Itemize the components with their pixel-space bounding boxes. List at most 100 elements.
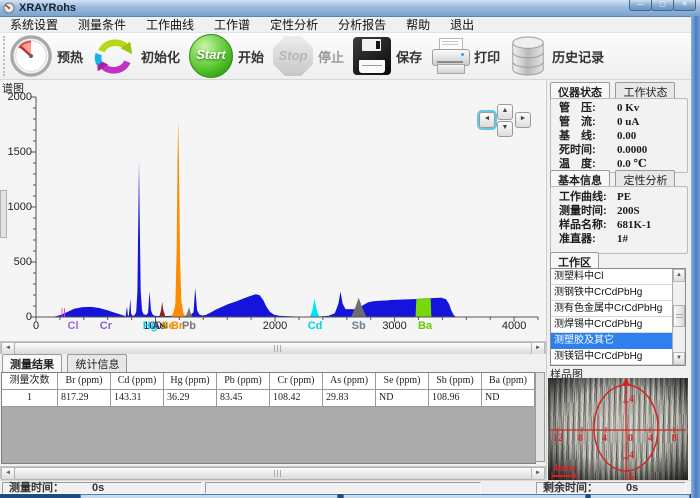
sample-v-tick: 4 (629, 450, 634, 461)
table-cell: 36.29 (164, 390, 217, 406)
measure-time-label: 测量时间： (9, 482, 64, 494)
save-label: 保存 (396, 47, 422, 66)
stop-label: 停止 (318, 47, 344, 66)
toolbar: 预热 初始化 Start 开始 Stop 停止 保存 (0, 33, 700, 80)
x-tick-label: 2000 (260, 320, 290, 332)
table-header-cell: Sb (ppm) (429, 373, 482, 389)
start-button[interactable]: Start 开始 (189, 34, 264, 78)
scrollbar-thumb[interactable] (673, 305, 685, 327)
field-row: 测量时间:200S (559, 205, 687, 218)
element-label-Pb: Pb (178, 320, 200, 332)
chart-vertical-scrollbar-fragment[interactable] (0, 190, 7, 238)
menu-item-6[interactable]: 帮助 (396, 16, 440, 33)
list-vertical-scrollbar[interactable]: ▲ ▼ (672, 269, 685, 365)
menu-item-5[interactable]: 分析报告 (328, 16, 396, 33)
scroll-left-arrow-icon[interactable]: ◄ (1, 467, 15, 480)
field-value: 1# (617, 233, 628, 246)
table-cell: 29.83 (323, 390, 376, 406)
pan-right-button[interactable]: ► (515, 112, 531, 128)
x-tick-label: 4000 (499, 320, 529, 332)
remaining-time-label: 剩余时间： (543, 482, 598, 494)
stop-button[interactable]: Stop 停止 (273, 36, 344, 76)
field-value: 0 uA (617, 116, 639, 129)
element-label-Ba: Ba (414, 320, 436, 332)
table-header-cell: Ba (ppm) (482, 373, 535, 389)
table-header-cell: Br (ppm) (58, 373, 111, 389)
close-button[interactable]: ✕ (673, 0, 696, 11)
gauge-icon (10, 35, 52, 77)
field-label: 死时间: (559, 144, 617, 157)
start-icon: Start (189, 34, 233, 78)
workspace-item-3[interactable]: 测焊锡中CrCdPbHg (551, 317, 672, 333)
element-label-Sb: Sb (348, 320, 370, 332)
workspace-item-0[interactable]: 测塑料中Cl (551, 269, 672, 285)
print-button[interactable]: 打印 (431, 38, 500, 74)
table-header-cell: Pb (ppm) (217, 373, 270, 389)
table-header-cell: 测量次数 (2, 373, 58, 389)
table-cell: 108.96 (429, 390, 482, 406)
scroll-right-arrow-icon[interactable]: ► (531, 467, 545, 480)
pan-down-button[interactable]: ▼ (497, 121, 513, 137)
sample-scale-text: 4mm (553, 463, 575, 474)
start-label: 开始 (238, 47, 264, 66)
bottom-horizontal-scrollbar[interactable]: ◄ ► (0, 466, 546, 479)
element-label-Cd: Cd (304, 320, 326, 332)
sample-h-tick: 8 (672, 433, 677, 444)
workspace-item-1[interactable]: 测钢铁中CrCdPbHg (551, 285, 672, 301)
workspace-item-2[interactable]: 测有色金属中CrCdPbHg (551, 301, 672, 317)
menu-item-0[interactable]: 系统设置 (0, 16, 68, 33)
instrument-status-group: 管 压:0 Kv管 流:0 uA基 线:0.00死时间:0.0000温 度:0.… (550, 98, 688, 173)
minimize-button[interactable]: — (629, 0, 652, 11)
table-header-row: 测量次数Br (ppm)Cd (ppm)Hg (ppm)Pb (ppm)Cr (… (2, 373, 535, 390)
table-vertical-scrollbar[interactable] (535, 372, 545, 462)
field-label: 准直器: (559, 233, 617, 246)
app-window: XRAYRohs — ▢ ✕ 系统设置测量条件工作曲线工作谱定性分析分析报告帮助… (0, 0, 700, 498)
save-button[interactable]: 保存 (353, 37, 422, 75)
history-icon (509, 35, 547, 77)
menu-item-2[interactable]: 工作曲线 (136, 16, 204, 33)
remaining-time-value: 0s (626, 482, 638, 494)
field-value: 0.0000 (617, 144, 647, 157)
table-cell: 143.31 (111, 390, 164, 406)
menu-bar: 系统设置测量条件工作曲线工作谱定性分析分析报告帮助退出 (0, 17, 700, 33)
y-tick-label: 500 (0, 256, 32, 268)
field-row: 基 线:0.00 (559, 130, 687, 143)
chart-horizontal-scrollbar[interactable]: ◄ ► (0, 341, 546, 354)
preheat-button[interactable]: 预热 (10, 35, 83, 77)
table-row[interactable]: 1817.29143.3136.2983.45108.4229.83ND108.… (2, 390, 535, 407)
menu-item-1[interactable]: 测量条件 (68, 16, 136, 33)
field-label: 工作曲线: (559, 191, 617, 204)
x-tick-label: 3000 (380, 320, 410, 332)
workspace-item-5[interactable]: 测镁铝中CrCdPbHg (551, 349, 672, 365)
tab-statistics[interactable]: 统计信息 (67, 354, 127, 374)
sample-h-tick: 8 (578, 433, 583, 444)
workspace-items: 测塑料中Cl测钢铁中CrCdPbHg测有色金属中CrCdPbHg测焊锡中CrCd… (551, 269, 672, 365)
history-button[interactable]: 历史记录 (509, 35, 604, 77)
table-cell: ND (482, 390, 535, 406)
menu-item-4[interactable]: 定性分析 (260, 16, 328, 33)
table-header-cell: Cr (ppm) (270, 373, 323, 389)
preheat-label: 预热 (57, 47, 83, 66)
workspace-item-4[interactable]: 测塑胶及其它 (551, 333, 672, 349)
field-row: 准直器:1# (559, 233, 687, 246)
spectrum-svg (28, 95, 544, 323)
table-cell: 83.45 (217, 390, 270, 406)
table-cell: 817.29 (58, 390, 111, 406)
pan-up-button[interactable]: ▲ (497, 104, 513, 120)
measure-time-box: 测量时间：0s (2, 482, 202, 494)
chart-panel: 谱图 ◄ ▲ ▼ ► 05001000150020000100020003000… (0, 80, 546, 342)
results-table: 测量次数Br (ppm)Cd (ppm)Hg (ppm)Pb (ppm)Cr (… (1, 372, 536, 464)
menu-item-3[interactable]: 工作谱 (204, 16, 260, 33)
title-bar: XRAYRohs — ▢ ✕ (0, 0, 700, 17)
app-icon (3, 2, 15, 14)
table-header-cell: Se (ppm) (376, 373, 429, 389)
scrollbar-thumb[interactable] (14, 467, 534, 480)
maximize-button[interactable]: ▢ (651, 0, 674, 11)
pan-left-button[interactable]: ◄ (479, 112, 495, 128)
right-panel: 仪器状态 工作状态 管 压:0 Kv管 流:0 uA基 线:0.00死时间:0.… (548, 80, 690, 482)
tab-measure-results[interactable]: 测量结果 (2, 354, 62, 374)
scroll-up-arrow-icon[interactable]: ▲ (673, 269, 685, 282)
menu-item-7[interactable]: 退出 (440, 16, 484, 33)
initialize-button[interactable]: 初始化 (92, 35, 180, 77)
scroll-down-arrow-icon[interactable]: ▼ (673, 352, 685, 365)
